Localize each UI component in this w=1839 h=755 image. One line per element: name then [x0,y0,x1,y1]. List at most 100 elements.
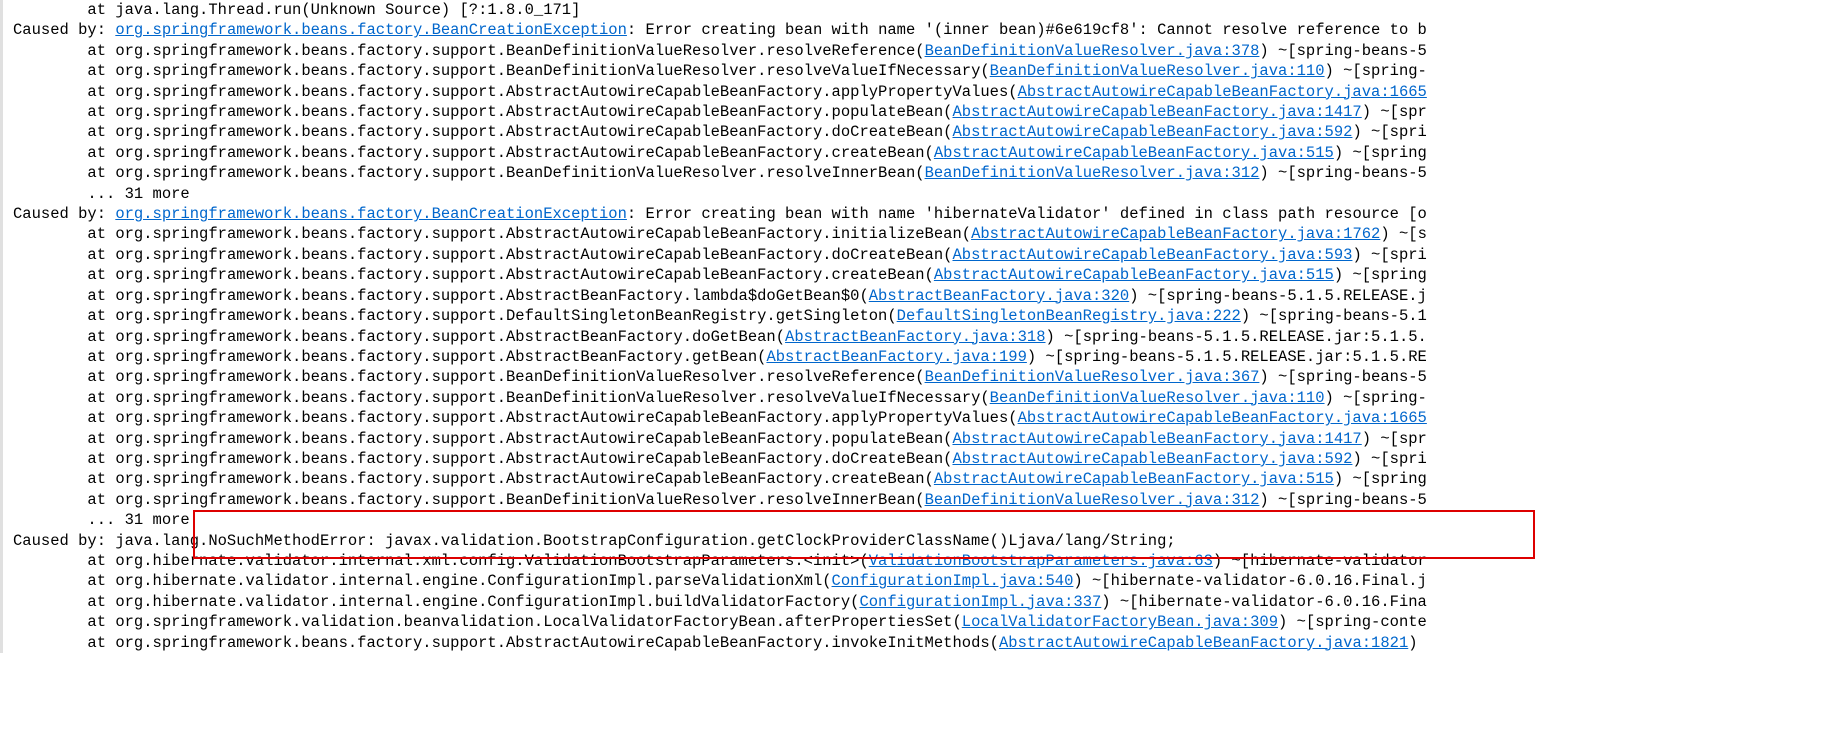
stack-trace-line: at org.springframework.beans.factory.sup… [13,61,1839,81]
stack-trace-line: at org.springframework.beans.factory.sup… [13,286,1839,306]
stack-trace-line: at org.springframework.beans.factory.sup… [13,429,1839,449]
trace-text: Caused by: [13,21,115,39]
trace-text: at org.springframework.beans.factory.sup… [87,123,952,141]
stack-trace-line: Caused by: org.springframework.beans.fac… [13,20,1839,40]
trace-text: ... 31 more [87,511,189,529]
source-link[interactable]: AbstractAutowireCapableBeanFactory.java:… [934,144,1334,162]
trace-text: ) ~[spring-beans-5 [1259,42,1426,60]
trace-text: ) ~[spr [1362,103,1427,121]
trace-text: ) ~[spring [1334,266,1427,284]
trace-text: ) [1408,634,1417,652]
trace-text: : Error creating bean with name '(inner … [627,21,1427,39]
trace-text: ) ~[spr [1362,430,1427,448]
trace-text: ) ~[hibernate-validator [1213,552,1427,570]
source-link[interactable]: AbstractAutowireCapableBeanFactory.java:… [952,103,1361,121]
stack-trace-line: at org.springframework.beans.factory.sup… [13,41,1839,61]
trace-text: ) ~[spring [1334,144,1427,162]
source-link[interactable]: AbstractAutowireCapableBeanFactory.java:… [934,266,1334,284]
source-link[interactable]: AbstractAutowireCapableBeanFactory.java:… [952,450,1352,468]
trace-text: at org.springframework.beans.factory.sup… [87,144,933,162]
source-link[interactable]: AbstractAutowireCapableBeanFactory.java:… [1018,83,1427,101]
trace-text: ) ~[spring-beans-5 [1259,164,1426,182]
trace-text: at org.springframework.beans.factory.sup… [87,246,952,264]
trace-text: at org.hibernate.validator.internal.xml.… [87,552,868,570]
stack-trace-line: at org.hibernate.validator.internal.engi… [13,571,1839,591]
stack-trace-line: Caused by: java.lang.NoSuchMethodError: … [13,531,1839,551]
stack-trace-line: at org.springframework.beans.factory.sup… [13,143,1839,163]
source-link[interactable]: BeanDefinitionValueResolver.java:378 [925,42,1260,60]
source-link[interactable]: BeanDefinitionValueResolver.java:312 [925,164,1260,182]
stack-trace-line: at org.springframework.beans.factory.sup… [13,306,1839,326]
stack-trace-line: at java.lang.Thread.run(Unknown Source) … [13,0,1839,20]
source-link[interactable]: AbstractAutowireCapableBeanFactory.java:… [1018,409,1427,427]
source-link[interactable]: ValidationBootstrapParameters.java:63 [869,552,1213,570]
trace-text: ) ~[spri [1352,450,1426,468]
trace-text: at org.springframework.beans.factory.sup… [87,409,1017,427]
trace-text: at org.springframework.beans.factory.sup… [87,225,971,243]
trace-text: ) ~[spring-beans-5 [1259,491,1426,509]
source-link[interactable]: ConfigurationImpl.java:540 [832,572,1074,590]
source-link[interactable]: BeanDefinitionValueResolver.java:110 [990,389,1325,407]
trace-text: at org.springframework.beans.factory.sup… [87,307,896,325]
trace-text: at org.springframework.beans.factory.sup… [87,287,868,305]
trace-text: at org.springframework.beans.factory.sup… [87,83,1017,101]
source-link[interactable]: org.springframework.beans.factory.BeanCr… [115,21,627,39]
trace-text: ) ~[spring- [1325,62,1427,80]
trace-text: ) ~[spring-conte [1278,613,1427,631]
trace-text: ) ~[spring-beans-5 [1259,368,1426,386]
trace-text: at org.springframework.beans.factory.sup… [87,328,785,346]
source-link[interactable]: AbstractAutowireCapableBeanFactory.java:… [952,430,1361,448]
stack-trace-line: at org.springframework.beans.factory.sup… [13,163,1839,183]
stack-trace-line: at org.springframework.beans.factory.sup… [13,408,1839,428]
trace-text: at org.springframework.beans.factory.sup… [87,348,766,366]
stack-trace-line: at org.springframework.beans.factory.sup… [13,224,1839,244]
trace-text: at org.springframework.beans.factory.sup… [87,164,924,182]
stack-trace-line: at org.hibernate.validator.internal.engi… [13,592,1839,612]
source-link[interactable]: org.springframework.beans.factory.BeanCr… [115,205,627,223]
trace-text: at org.springframework.beans.factory.sup… [87,42,924,60]
stack-trace-line: at org.springframework.beans.factory.sup… [13,633,1839,653]
source-link[interactable]: AbstractAutowireCapableBeanFactory.java:… [952,246,1352,264]
trace-text: ) ~[spring-beans-5.1.5.RELEASE.jar:5.1.5… [1027,348,1427,366]
stack-trace-line: at org.springframework.beans.factory.sup… [13,245,1839,265]
trace-text: at org.springframework.beans.factory.sup… [87,103,952,121]
trace-text: ) ~[spri [1352,246,1426,264]
source-link[interactable]: AbstractBeanFactory.java:318 [785,328,1045,346]
stack-trace-line: at org.springframework.beans.factory.sup… [13,122,1839,142]
source-link[interactable]: DefaultSingletonBeanRegistry.java:222 [897,307,1241,325]
trace-text: ) ~[spring-beans-5.1.5.RELEASE.j [1129,287,1427,305]
source-link[interactable]: AbstractAutowireCapableBeanFactory.java:… [952,123,1352,141]
source-link[interactable]: ConfigurationImpl.java:337 [859,593,1101,611]
stack-trace-line: at org.springframework.beans.factory.sup… [13,82,1839,102]
stack-trace-line: at org.springframework.beans.factory.sup… [13,327,1839,347]
stack-trace-console: at java.lang.Thread.run(Unknown Source) … [0,0,1839,653]
trace-text: at org.hibernate.validator.internal.engi… [87,572,831,590]
stack-trace-line: at org.springframework.beans.factory.sup… [13,347,1839,367]
trace-text: : Error creating bean with name 'hiberna… [627,205,1427,223]
trace-text: Caused by: [13,205,115,223]
source-link[interactable]: BeanDefinitionValueResolver.java:110 [990,62,1325,80]
stack-trace-line: at org.springframework.beans.factory.sup… [13,449,1839,469]
trace-text: at org.springframework.beans.factory.sup… [87,634,999,652]
trace-text: at org.springframework.beans.factory.sup… [87,368,924,386]
source-link[interactable]: BeanDefinitionValueResolver.java:367 [925,368,1260,386]
source-link[interactable]: AbstractAutowireCapableBeanFactory.java:… [934,470,1334,488]
source-link[interactable]: AbstractAutowireCapableBeanFactory.java:… [971,225,1380,243]
source-link[interactable]: AbstractAutowireCapableBeanFactory.java:… [999,634,1408,652]
source-link[interactable]: LocalValidatorFactoryBean.java:309 [962,613,1278,631]
stack-trace-line: Caused by: org.springframework.beans.fac… [13,204,1839,224]
stack-trace-line: at org.springframework.beans.factory.sup… [13,102,1839,122]
trace-text: at java.lang.Thread.run(Unknown Source) … [87,1,580,19]
source-link[interactable]: AbstractBeanFactory.java:199 [766,348,1026,366]
stack-trace-line: at org.springframework.validation.beanva… [13,612,1839,632]
trace-text: at org.springframework.beans.factory.sup… [87,450,952,468]
stack-trace-line: ... 31 more [13,184,1839,204]
trace-text: ) ~[spring-beans-5.1.5.RELEASE.jar:5.1.5… [1046,328,1427,346]
source-link[interactable]: BeanDefinitionValueResolver.java:312 [925,491,1260,509]
stack-trace-line: at org.springframework.beans.factory.sup… [13,388,1839,408]
trace-text: ) ~[spring [1334,470,1427,488]
stack-trace-line: ... 31 more [13,510,1839,530]
stack-trace-line: at org.springframework.beans.factory.sup… [13,469,1839,489]
trace-text: ) ~[spring-beans-5.1 [1241,307,1427,325]
source-link[interactable]: AbstractBeanFactory.java:320 [869,287,1129,305]
